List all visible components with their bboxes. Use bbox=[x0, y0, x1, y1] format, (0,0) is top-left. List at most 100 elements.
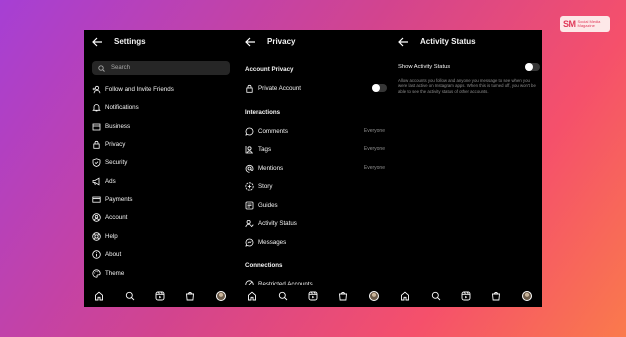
home-tab[interactable] bbox=[94, 291, 104, 301]
interaction-row-tags[interactable]: Tags Everyone bbox=[245, 142, 385, 156]
private-account-row[interactable]: Private Account bbox=[245, 81, 387, 95]
page-title: Settings bbox=[114, 37, 146, 46]
shop-icon bbox=[186, 292, 195, 301]
shield-icon bbox=[92, 157, 101, 167]
shop-tab[interactable] bbox=[338, 291, 348, 301]
menu-item-label: Privacy bbox=[105, 140, 126, 148]
guides-icon bbox=[245, 201, 254, 209]
search-icon bbox=[98, 64, 105, 72]
back-arrow-icon[interactable] bbox=[92, 37, 103, 47]
search-input[interactable]: Search bbox=[92, 61, 230, 75]
section-heading-connections: Connections bbox=[245, 262, 283, 269]
info-icon bbox=[92, 249, 101, 259]
menu-item-ads[interactable]: Ads bbox=[92, 174, 230, 188]
privacy-header: Privacy bbox=[237, 30, 389, 54]
avatar bbox=[368, 291, 379, 301]
menu-item-about[interactable]: About bbox=[92, 247, 230, 261]
back-arrow-icon[interactable] bbox=[398, 37, 409, 47]
menu-item-follow[interactable]: Follow and Invite Friends bbox=[92, 82, 230, 96]
interaction-label: Story bbox=[258, 182, 273, 190]
menu-item-account[interactable]: Account bbox=[92, 210, 230, 224]
profile-tab[interactable] bbox=[368, 291, 379, 301]
reels-tab[interactable] bbox=[155, 291, 165, 301]
activity-header: Activity Status bbox=[390, 30, 542, 54]
interaction-row-comments[interactable]: Comments Everyone bbox=[245, 124, 385, 138]
interaction-row-guides[interactable]: Guides bbox=[245, 198, 383, 212]
search-tab[interactable] bbox=[431, 291, 441, 301]
interaction-row-story[interactable]: Story bbox=[245, 179, 383, 193]
settings-screen: Settings Search Follow and Invite Friend… bbox=[84, 30, 236, 307]
show-activity-status-row[interactable]: Show Activity Status bbox=[398, 60, 540, 74]
bottom-tab-bar bbox=[390, 285, 542, 307]
menu-item-payments[interactable]: Payments bbox=[92, 192, 230, 206]
profile-tab[interactable] bbox=[215, 291, 226, 301]
store-icon bbox=[92, 123, 101, 130]
search-icon bbox=[431, 291, 440, 301]
shop-tab[interactable] bbox=[491, 291, 501, 301]
menu-item-label: Ads bbox=[105, 177, 116, 185]
menu-item-business[interactable]: Business bbox=[92, 119, 230, 133]
messages-icon bbox=[245, 238, 254, 247]
toggle-knob bbox=[525, 63, 533, 71]
menu-item-label: Security bbox=[105, 158, 128, 166]
private-account-toggle[interactable] bbox=[372, 84, 387, 92]
avatar bbox=[521, 291, 532, 301]
at-icon bbox=[245, 164, 254, 173]
interaction-label: Tags bbox=[258, 145, 272, 153]
menu-item-notifications[interactable]: Notifications bbox=[92, 100, 230, 114]
screens-frame: Settings Search Follow and Invite Friend… bbox=[84, 30, 542, 307]
profile-tab[interactable] bbox=[521, 291, 532, 301]
menu-item-label: About bbox=[105, 250, 122, 258]
logo-mark: SM bbox=[563, 19, 576, 29]
lock-icon bbox=[246, 84, 253, 93]
menu-item-security[interactable]: Security bbox=[92, 155, 230, 169]
shop-tab[interactable] bbox=[185, 291, 195, 301]
bottom-tab-bar bbox=[237, 285, 389, 307]
interaction-label: Activity Status bbox=[258, 219, 297, 227]
page-title: Activity Status bbox=[420, 37, 476, 46]
home-tab[interactable] bbox=[247, 291, 257, 301]
reels-tab[interactable] bbox=[461, 291, 471, 301]
interaction-label: Mentions bbox=[258, 164, 284, 172]
home-tab[interactable] bbox=[400, 291, 410, 301]
logo-text: Social Media Magazine bbox=[577, 19, 601, 28]
menu-item-label: Payments bbox=[105, 195, 133, 203]
palette-icon bbox=[92, 268, 101, 278]
interaction-label: Guides bbox=[258, 201, 278, 209]
show-activity-status-toggle[interactable] bbox=[525, 63, 540, 71]
reels-tab[interactable] bbox=[308, 291, 318, 301]
interaction-label: Comments bbox=[258, 127, 288, 135]
follow-icon bbox=[92, 85, 101, 93]
reels-icon bbox=[155, 291, 165, 301]
reels-icon bbox=[461, 291, 471, 301]
interaction-row-activity-status[interactable]: Activity Status bbox=[245, 216, 383, 230]
menu-item-label: Business bbox=[105, 122, 131, 130]
menu-item-label: Help bbox=[105, 232, 118, 240]
section-heading-account-privacy: Account Privacy bbox=[245, 66, 294, 73]
search-tab[interactable] bbox=[125, 291, 135, 301]
comment-icon bbox=[245, 127, 254, 136]
bottom-tab-bar bbox=[84, 285, 236, 307]
menu-item-privacy[interactable]: Privacy bbox=[92, 137, 230, 151]
menu-item-help[interactable]: Help bbox=[92, 229, 230, 243]
page-title: Privacy bbox=[267, 37, 296, 46]
menu-item-label: Follow and Invite Friends bbox=[105, 85, 174, 93]
interaction-value: Everyone bbox=[363, 165, 385, 171]
card-icon bbox=[92, 196, 101, 203]
search-icon bbox=[125, 291, 134, 301]
show-activity-status-label: Show Activity Status bbox=[398, 64, 451, 70]
story-icon bbox=[245, 181, 254, 191]
private-account-label: Private Account bbox=[258, 84, 301, 92]
search-tab[interactable] bbox=[278, 291, 288, 301]
menu-item-theme[interactable]: Theme bbox=[92, 266, 230, 280]
shop-icon bbox=[339, 292, 348, 301]
interaction-row-mentions[interactable]: Mentions Everyone bbox=[245, 161, 385, 175]
interaction-value: Everyone bbox=[363, 146, 385, 152]
search-placeholder: Search bbox=[111, 65, 131, 71]
lock-icon bbox=[93, 140, 100, 149]
reels-icon bbox=[308, 291, 318, 301]
brand-logo: SM Social Media Magazine bbox=[560, 16, 610, 32]
back-arrow-icon[interactable] bbox=[245, 37, 256, 47]
interaction-row-messages[interactable]: Messages bbox=[245, 235, 383, 249]
account-icon bbox=[92, 212, 101, 222]
